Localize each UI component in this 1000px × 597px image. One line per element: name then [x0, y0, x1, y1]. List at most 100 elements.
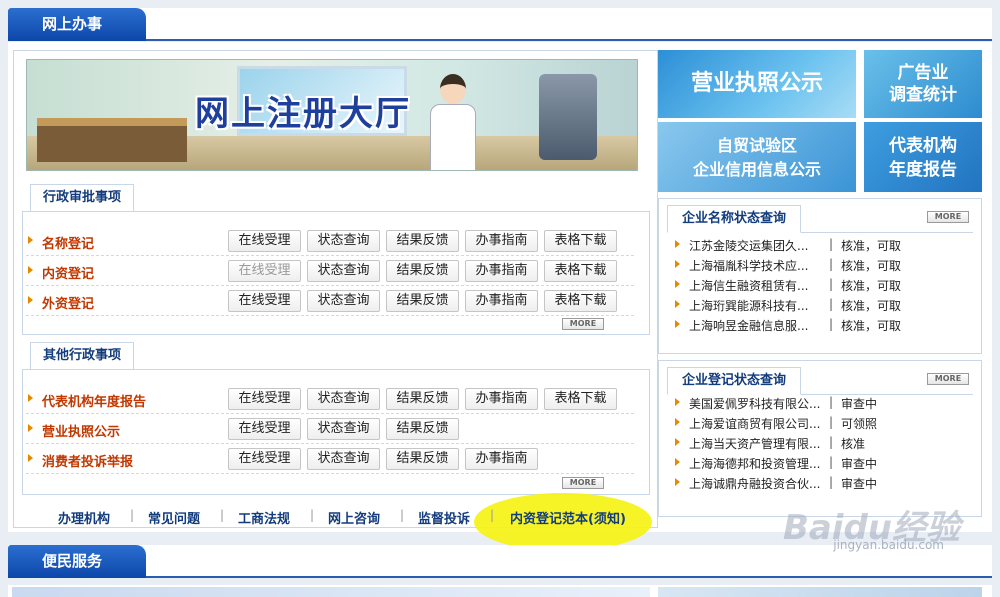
- arrow-icon: [675, 438, 680, 446]
- result-feedback-button[interactable]: 结果反馈: [386, 260, 459, 282]
- link-complaint[interactable]: 监督投诉: [418, 508, 470, 527]
- row-label[interactable]: 名称登记: [42, 233, 94, 252]
- registration-hall-banner[interactable]: 网上注册大厅: [26, 59, 638, 171]
- status-query-button[interactable]: 状态查询: [307, 418, 380, 440]
- guide-button[interactable]: 办事指南: [465, 388, 538, 410]
- ad-rep-line1: 代表机构: [889, 136, 957, 156]
- company-name-link[interactable]: 上海珩巽能源科技有...: [689, 297, 827, 314]
- bottom-link-bar: 办理机构 | 常见问题 | 工商法规 | 网上咨询 | 监督投诉 | 内资登记范…: [22, 504, 652, 528]
- banner-desk-graphic: [37, 118, 187, 162]
- status-text: 审查中: [841, 397, 878, 411]
- status-text: 审查中: [841, 457, 878, 471]
- company-name-link[interactable]: 上海诚鼎舟融投资合伙...: [689, 475, 827, 492]
- row-label[interactable]: 代表机构年度报告: [42, 391, 146, 410]
- company-name-link[interactable]: 上海福胤科学技术应...: [689, 257, 827, 274]
- company-name-link[interactable]: 上海信生融资租赁有...: [689, 277, 827, 294]
- banner-receptionist-graphic: [422, 74, 482, 170]
- row-license-public: 营业执照公示 在线受理 状态查询 结果反馈: [26, 414, 634, 444]
- company-name-link[interactable]: 上海当天资产管理有限...: [689, 435, 827, 452]
- section-tab-online-office[interactable]: 网上办事: [8, 8, 146, 41]
- status-query-button[interactable]: 状态查询: [307, 448, 380, 470]
- company-name-link[interactable]: 江苏金陵交运集团久...: [689, 237, 827, 254]
- ad-rep-annual-report[interactable]: 代表机构 年度报告: [864, 122, 982, 192]
- result-feedback-button[interactable]: 结果反馈: [386, 448, 459, 470]
- separator: |: [829, 415, 834, 429]
- status-query-button[interactable]: 状态查询: [307, 388, 380, 410]
- ad-ftz-credit[interactable]: 自贸试验区 企业信用信息公示: [658, 122, 856, 192]
- row-domestic-registration: 内资登记 在线受理 状态查询 结果反馈 办事指南 表格下载: [26, 256, 634, 286]
- guide-button[interactable]: 办事指南: [465, 448, 538, 470]
- link-domestic-template[interactable]: 内资登记范本(须知): [510, 508, 626, 527]
- arrow-icon: [28, 424, 33, 432]
- online-accept-button[interactable]: 在线受理: [228, 230, 301, 252]
- online-accept-button[interactable]: 在线受理: [228, 290, 301, 312]
- online-accept-button[interactable]: 在线受理: [228, 388, 301, 410]
- status-query-button[interactable]: 状态查询: [307, 230, 380, 252]
- link-regulations[interactable]: 工商法规: [238, 508, 290, 527]
- link-agencies[interactable]: 办理机构: [58, 508, 110, 527]
- form-download-button[interactable]: 表格下载: [544, 388, 617, 410]
- status-text: 核准，可取: [841, 299, 902, 313]
- ad-survey-line1: 广告业: [897, 63, 949, 83]
- arrow-icon: [675, 240, 680, 248]
- separator: |: [829, 297, 834, 311]
- more-button-other-admin[interactable]: MORE: [562, 477, 604, 489]
- row-label[interactable]: 消费者投诉举报: [42, 451, 133, 470]
- result-feedback-button[interactable]: 结果反馈: [386, 388, 459, 410]
- link-online-consult[interactable]: 网上咨询: [328, 508, 380, 527]
- more-button-name-status[interactable]: MORE: [927, 211, 969, 223]
- section-tab-public-service[interactable]: 便民服务: [8, 545, 146, 578]
- row-label[interactable]: 内资登记: [42, 263, 94, 282]
- company-name-link[interactable]: 上海爱谊商贸有限公司...: [689, 415, 827, 432]
- tab-other-admin[interactable]: 其他行政事项: [30, 342, 135, 370]
- result-feedback-button[interactable]: 结果反馈: [386, 290, 459, 312]
- separator: |: [829, 317, 834, 331]
- separator: |: [829, 455, 834, 469]
- ad-survey[interactable]: 广告业 调查统计: [864, 50, 982, 118]
- tab-registration-status[interactable]: 企业登记状态查询: [667, 367, 802, 395]
- ad-ftz-line1: 自贸试验区: [716, 136, 797, 155]
- arrow-icon: [675, 280, 680, 288]
- company-name-link[interactable]: 上海响昱金融信息服...: [689, 317, 827, 334]
- form-download-button[interactable]: 表格下载: [544, 230, 617, 252]
- row-label[interactable]: 外资登记: [42, 293, 94, 312]
- guide-button[interactable]: 办事指南: [465, 230, 538, 252]
- online-accept-button: 在线受理: [228, 260, 301, 282]
- row-label[interactable]: 营业执照公示: [42, 421, 120, 440]
- list-item: 美国爱佩罗科技有限公... | 审查中: [675, 393, 975, 413]
- status-query-button[interactable]: 状态查询: [307, 290, 380, 312]
- separator: |: [829, 257, 834, 271]
- result-feedback-button[interactable]: 结果反馈: [386, 418, 459, 440]
- guide-button[interactable]: 办事指南: [465, 290, 538, 312]
- more-button-registration-status[interactable]: MORE: [927, 373, 969, 385]
- list-item: 上海信生融资租赁有... | 核准，可取: [675, 275, 975, 295]
- separator: |: [829, 475, 834, 489]
- arrow-icon: [675, 320, 680, 328]
- ad-survey-line2: 调查统计: [889, 85, 957, 105]
- separator: |: [130, 508, 135, 522]
- separator: |: [220, 508, 225, 522]
- more-button-admin-approval[interactable]: MORE: [562, 318, 604, 330]
- status-query-button[interactable]: 状态查询: [307, 260, 380, 282]
- online-accept-button[interactable]: 在线受理: [228, 418, 301, 440]
- separator: |: [400, 508, 405, 522]
- tab-admin-approval[interactable]: 行政审批事项: [30, 184, 135, 212]
- section-header-online-office: 网上办事: [8, 8, 992, 41]
- ad-license-public[interactable]: 营业执照公示: [658, 50, 856, 118]
- online-accept-button[interactable]: 在线受理: [228, 448, 301, 470]
- link-faq[interactable]: 常见问题: [148, 508, 200, 527]
- list-item: 上海福胤科学技术应... | 核准，可取: [675, 255, 975, 275]
- row-rep-annual-report: 代表机构年度报告 在线受理 状态查询 结果反馈 办事指南 表格下载: [26, 384, 634, 414]
- tab-name-status[interactable]: 企业名称状态查询: [667, 205, 802, 233]
- company-name-link[interactable]: 上海海德邦和投资管理...: [689, 455, 827, 472]
- list-item: 上海海德邦和投资管理... | 审查中: [675, 453, 975, 473]
- arrow-icon: [28, 296, 33, 304]
- result-feedback-button[interactable]: 结果反馈: [386, 230, 459, 252]
- status-text: 核准，可取: [841, 239, 902, 253]
- row-name-registration: 名称登记 在线受理 状态查询 结果反馈 办事指南 表格下载: [26, 226, 634, 256]
- arrow-icon: [675, 300, 680, 308]
- form-download-button[interactable]: 表格下载: [544, 260, 617, 282]
- form-download-button[interactable]: 表格下载: [544, 290, 617, 312]
- guide-button[interactable]: 办事指南: [465, 260, 538, 282]
- company-name-link[interactable]: 美国爱佩罗科技有限公...: [689, 395, 827, 412]
